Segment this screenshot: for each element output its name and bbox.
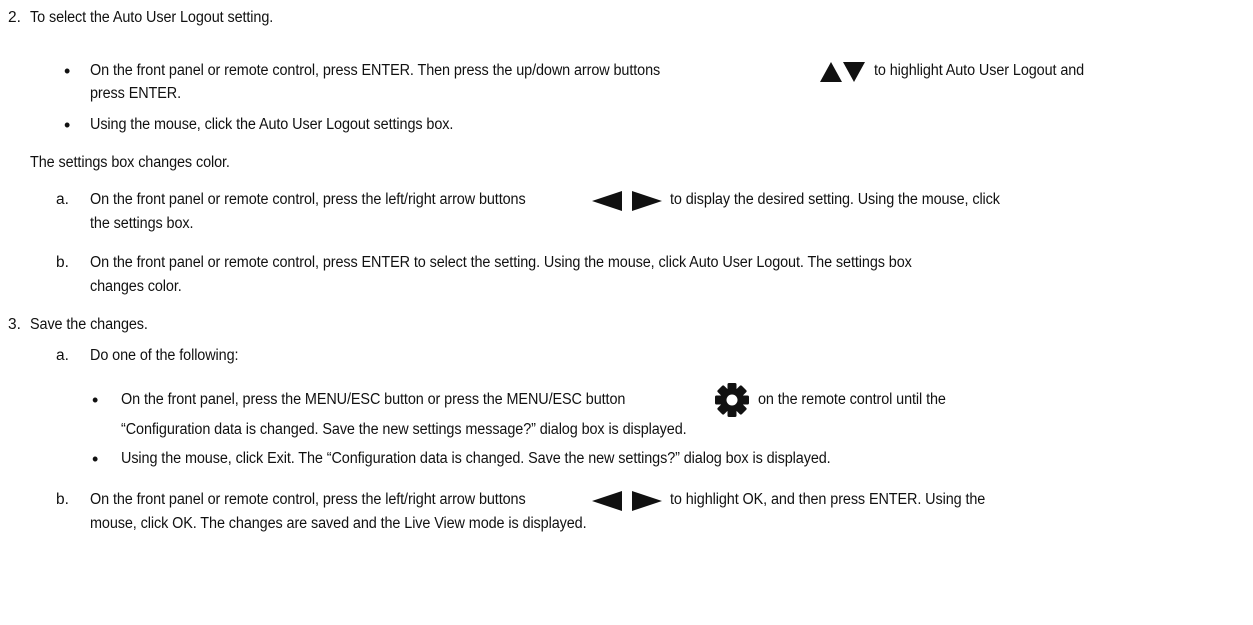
step-3-a-bullet-2: Using the mouse, click Exit. The “Config… <box>121 450 831 467</box>
step-3-a-bullet-1-line-1b: on the remote control until the <box>758 391 946 408</box>
right-arrow-icon <box>632 191 662 211</box>
left-arrow-icon <box>592 191 622 211</box>
gear-icon <box>714 383 750 417</box>
down-arrow-icon <box>843 62 865 82</box>
step-2-b-letter: b. <box>56 254 69 271</box>
bullet: • <box>64 115 71 135</box>
step-2-a-letter: a. <box>56 191 69 208</box>
step-3-a-bullet-1-line-1a: On the front panel, press the MENU/ESC b… <box>121 391 626 408</box>
step-2-a-line-1b: to display the desired setting. Using th… <box>670 191 1000 208</box>
step-2-bullet-2: Using the mouse, click the Auto User Log… <box>90 116 454 133</box>
step-2-a-line-1a: On the front panel or remote control, pr… <box>90 191 526 208</box>
step-2-a-line-2: the settings box. <box>90 215 194 232</box>
step-3-number: 3. <box>8 316 21 333</box>
step-2-bullet-1-line-1a: On the front panel or remote control, pr… <box>90 62 661 79</box>
step-3-a-text: Do one of the following: <box>90 347 239 364</box>
up-arrow-icon <box>820 62 842 82</box>
step-3-b-line-2: mouse, click OK. The changes are saved a… <box>90 515 587 532</box>
step-3-a-bullet-1-line-2: “Configuration data is changed. Save the… <box>121 421 687 438</box>
bullet: • <box>64 61 71 81</box>
step-3-a-letter: a. <box>56 347 69 364</box>
step-2-text: To select the Auto User Logout setting. <box>30 9 274 26</box>
step-2-b-line-2: changes color. <box>90 278 182 295</box>
manual-page: 2. To select the Auto User Logout settin… <box>0 0 1253 625</box>
bullet: • <box>92 390 99 410</box>
step-3-b-line-1b: to highlight OK, and then press ENTER. U… <box>670 491 986 508</box>
step-2-b-line-1: On the front panel or remote control, pr… <box>90 254 912 271</box>
left-arrow-icon <box>592 491 622 511</box>
right-arrow-icon <box>632 491 662 511</box>
step-2-number: 2. <box>8 9 21 26</box>
bullet: • <box>92 449 99 469</box>
step-2-note: The settings box changes color. <box>30 154 230 171</box>
step-2-bullet-1-line-2: press ENTER. <box>90 85 182 102</box>
step-3-text: Save the changes. <box>30 316 148 333</box>
step-2-bullet-1-line-1b: to highlight Auto User Logout and <box>874 62 1085 79</box>
step-3-b-letter: b. <box>56 491 69 508</box>
step-3-b-line-1a: On the front panel or remote control, pr… <box>90 491 526 508</box>
